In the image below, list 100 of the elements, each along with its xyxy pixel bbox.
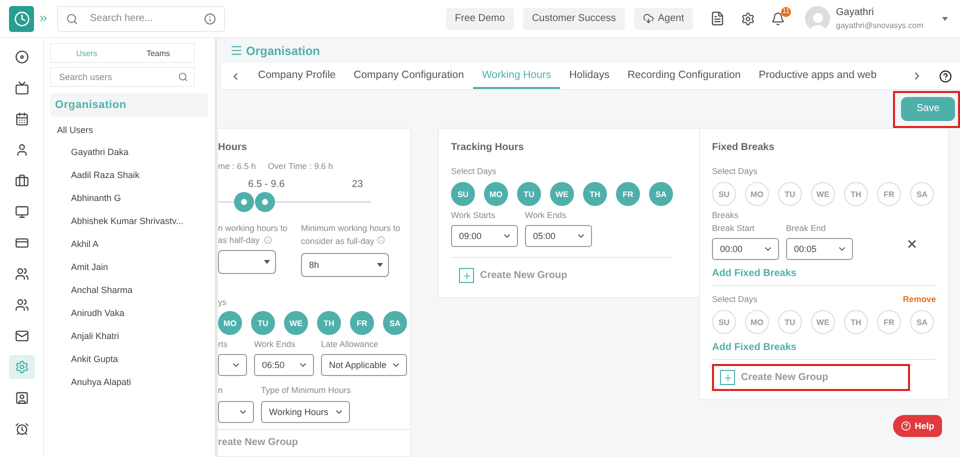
day-toggle[interactable]: SA [649, 182, 673, 206]
day-toggle[interactable]: TU [778, 310, 802, 334]
day-toggle[interactable]: TH [317, 311, 341, 335]
header-button[interactable]: Free Demo [446, 8, 514, 30]
day-toggle[interactable]: MO [218, 311, 242, 335]
dropdown[interactable]: 09:00 [451, 225, 518, 247]
day-toggle[interactable]: WE [811, 182, 835, 206]
day-toggle[interactable]: TU [251, 311, 275, 335]
dropdown[interactable]: 00:00 [712, 238, 779, 260]
expand-icon[interactable] [38, 13, 49, 24]
search-field[interactable]: Search here... [57, 6, 225, 32]
all-users-item[interactable]: All Users [57, 125, 208, 135]
day-toggle[interactable]: MO [745, 310, 769, 334]
search-icon[interactable] [178, 72, 188, 82]
user-item[interactable]: Anirudh Vaka [50, 302, 208, 325]
day-toggle[interactable]: TU [778, 182, 802, 206]
caret-icon [264, 260, 270, 264]
card-title: Tracking Hours [451, 142, 525, 153]
user-item[interactable]: Gayathri Daka [50, 141, 208, 164]
day-toggle[interactable]: SA [383, 311, 407, 335]
agent-button[interactable]: Agent [634, 8, 693, 30]
dropdown[interactable]: 00:05 [786, 238, 853, 260]
range-slider[interactable] [218, 192, 371, 212]
day-toggle[interactable]: SA [910, 182, 934, 206]
save-button[interactable]: Save [901, 96, 955, 120]
notification-icon[interactable] [771, 12, 785, 26]
day-toggle[interactable]: FR [877, 182, 901, 206]
day-toggle[interactable]: MO [745, 182, 769, 206]
settings-icon[interactable] [741, 12, 755, 26]
day-toggle[interactable]: TH [844, 310, 868, 334]
group-item[interactable]: Organisation [50, 93, 208, 117]
add-breaks-link[interactable]: Add Fixed Breaks [712, 268, 936, 279]
search-icon[interactable] [66, 12, 78, 24]
help-button[interactable]: Help [893, 415, 942, 437]
user-item[interactable]: Abhinanth G [50, 187, 208, 210]
header-button[interactable]: Customer Success [522, 8, 625, 30]
add-breaks-link[interactable]: Add Fixed Breaks [712, 342, 936, 353]
day-toggle[interactable]: TH [583, 182, 607, 206]
remove-link[interactable]: Remove [902, 294, 936, 304]
panel-tab[interactable]: Teams [122, 44, 194, 62]
slider-thumb[interactable] [255, 192, 276, 212]
info-icon[interactable] [204, 12, 216, 24]
create-group-button[interactable]: Create New Group [451, 262, 673, 289]
user-item[interactable]: Aadil Raza Shaik [50, 164, 208, 187]
field-label: Minimum working hours to consider as full-day [301, 222, 402, 248]
day-toggle[interactable]: FR [616, 182, 640, 206]
day-toggle[interactable]: TH [844, 182, 868, 206]
delete-icon[interactable] [906, 238, 918, 250]
settings-tab[interactable]: Company Profile [249, 63, 345, 89]
field-label: n [218, 384, 224, 396]
dropdown[interactable]: 8h [301, 253, 389, 277]
day-toggle[interactable]: WE [284, 311, 308, 335]
caret-icon [377, 263, 383, 267]
user-item[interactable]: Amit Jain [50, 256, 208, 279]
help-icon[interactable] [939, 70, 952, 82]
field-label: Select Days [451, 166, 498, 176]
panel-tab[interactable]: Users [51, 44, 122, 62]
field-label: Work Starts [451, 210, 496, 220]
day-toggle[interactable]: TU [517, 182, 541, 206]
user-item[interactable]: Anchal Sharma [50, 279, 208, 302]
day-toggle[interactable]: FR [350, 311, 374, 335]
cloud-icon [642, 13, 654, 24]
settings-tab[interactable]: Holidays [560, 63, 618, 89]
day-toggle[interactable]: WE [550, 182, 574, 206]
user-item[interactable]: Ankit Gupta [50, 348, 208, 371]
field-label: rts [218, 339, 228, 349]
day-toggle[interactable]: WE [811, 310, 835, 334]
settings-tab[interactable]: Recording Configuration [618, 63, 750, 89]
user-item[interactable]: Abhishek Kumar Shrivastv... [50, 210, 208, 233]
user-name: Gayathri [836, 7, 875, 18]
field-label: ys [218, 297, 228, 307]
day-toggle[interactable]: FR [877, 310, 901, 334]
card-title: Hours [218, 142, 248, 153]
settings-tab[interactable]: Productive apps and web [750, 63, 886, 89]
dropdown[interactable] [218, 354, 247, 376]
day-toggle[interactable]: SU [712, 310, 736, 334]
create-group-button[interactable]: Create New Group [712, 364, 910, 391]
dropdown[interactable] [218, 250, 276, 274]
day-toggle[interactable]: SU [451, 182, 475, 206]
field-label: Break End [786, 223, 827, 233]
document-icon[interactable] [710, 11, 725, 26]
dropdown[interactable]: Not Applicable [321, 354, 407, 376]
create-group-link[interactable]: reate New Group [218, 437, 410, 448]
user-item[interactable]: Anuhya Alapati [50, 371, 208, 394]
settings-tab[interactable]: Working Hours [472, 63, 560, 89]
caret-icon[interactable] [942, 16, 948, 20]
field-label: Break Start [712, 223, 756, 233]
user-item[interactable]: Akhil A [50, 233, 208, 256]
dropdown[interactable] [218, 401, 254, 423]
slider-thumb[interactable] [234, 192, 254, 212]
day-toggle[interactable]: SU [712, 182, 736, 206]
dropdown[interactable]: 06:50 [254, 354, 314, 376]
settings-tab[interactable]: Company Configuration [344, 63, 473, 89]
user-item[interactable]: Anjali Khatri [50, 325, 208, 348]
day-toggle[interactable]: MO [484, 182, 508, 206]
range-label: 6.5 - 9.6 [248, 179, 285, 190]
dropdown[interactable]: Working Hours [261, 401, 350, 423]
search-users-field[interactable]: Search users [50, 67, 195, 87]
day-toggle[interactable]: SA [910, 310, 934, 334]
dropdown[interactable]: 05:00 [525, 225, 592, 247]
